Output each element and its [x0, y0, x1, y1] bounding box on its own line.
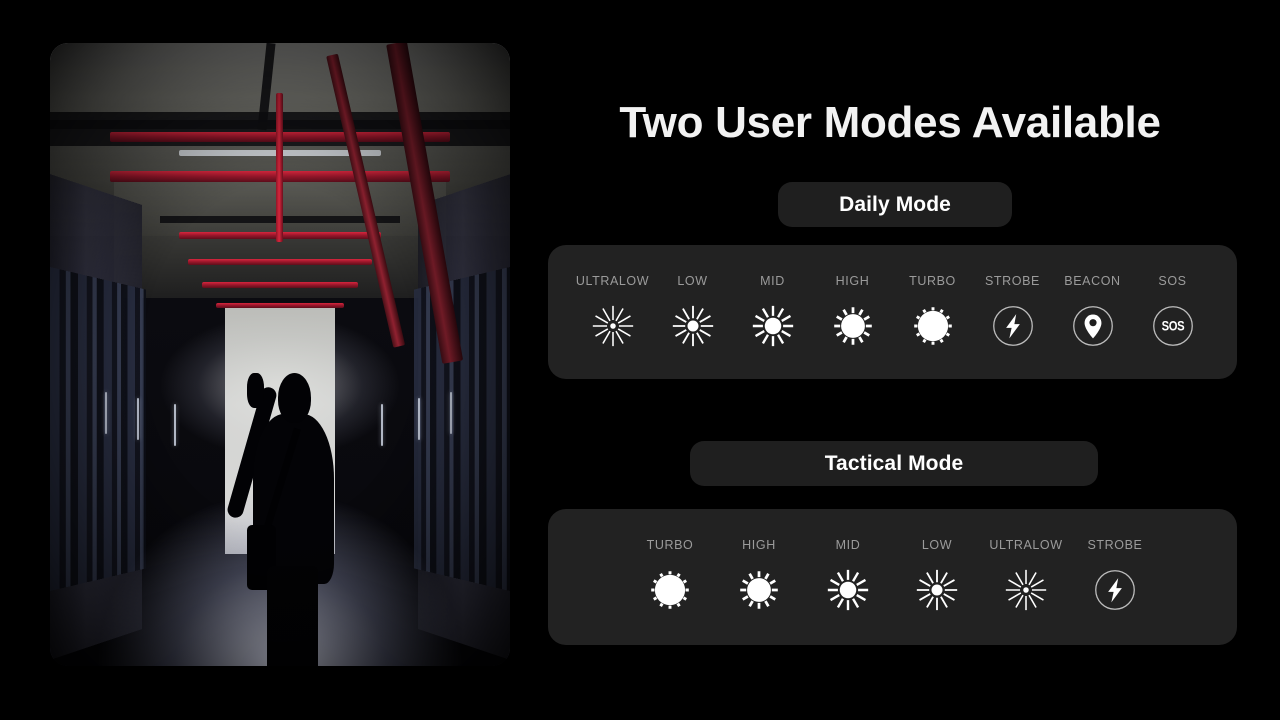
sun-rays-tiny-icon [591, 304, 635, 348]
sprinkler-pipe-6 [215, 303, 345, 309]
flashlight-corridor-photo [50, 43, 510, 666]
lightning-bolt-icon [1093, 568, 1137, 612]
tactical-item-label: STROBE [1087, 538, 1143, 552]
daily-item-label: LOW [677, 274, 708, 288]
tactical-item-mid[interactable]: MID [804, 538, 893, 612]
tactical-item-strobe[interactable]: STROBE [1071, 538, 1160, 612]
daily-item-label: ULTRALOW [575, 274, 650, 288]
sun-rays-medium-icon [826, 568, 870, 612]
daily-item-high[interactable]: HIGH [813, 274, 893, 348]
tactical-mode-button[interactable]: Tactical Mode [690, 441, 1098, 486]
sun-full-icon [648, 568, 692, 612]
svg-text:SOS: SOS [1161, 318, 1184, 333]
sprinkler-pipe-5 [201, 282, 359, 288]
person-silhouette [225, 373, 344, 666]
daily-mode-list: ULTRALOW LOW MID HIGH TURBO STROBE BEACON SOS SO… [548, 245, 1237, 379]
tactical-mode-panel: TURBO HIGH MID LOW ULTRALOW STROBE [548, 509, 1237, 645]
tactical-item-label: TURBO [646, 538, 694, 552]
daily-item-label: SOS [1158, 274, 1187, 288]
daily-item-label: TURBO [909, 274, 956, 288]
page-root: Two User Modes Available Daily Mode ULTR… [0, 0, 1280, 720]
daily-item-mid[interactable]: MID [733, 274, 813, 348]
person-legs [267, 566, 319, 666]
door-handle [105, 391, 108, 434]
tactical-item-label: HIGH [742, 538, 776, 552]
sprinkler-pipe-vertical [276, 92, 284, 243]
daily-mode-button[interactable]: Daily Mode [778, 182, 1012, 227]
tactical-item-high[interactable]: HIGH [715, 538, 804, 612]
sun-burst-large-icon [737, 568, 781, 612]
daily-item-sos[interactable]: SOS SOS [1133, 274, 1213, 348]
lightning-bolt-icon [991, 304, 1035, 348]
photo-canvas [50, 43, 510, 666]
tactical-item-label: ULTRALOW [989, 538, 1063, 552]
page-title: Two User Modes Available [619, 98, 1161, 147]
sun-rays-small-icon [915, 568, 959, 612]
tactical-item-turbo[interactable]: TURBO [626, 538, 715, 612]
sun-rays-small-icon [671, 304, 715, 348]
sun-full-icon [911, 304, 955, 348]
tactical-item-label: MID [835, 538, 861, 552]
daily-mode-panel: ULTRALOW LOW MID HIGH TURBO STROBE BEACON SOS SO… [548, 245, 1237, 379]
daily-item-label: MID [760, 274, 785, 288]
tactical-item-label: LOW [921, 538, 953, 552]
person-fist-flashlight [247, 373, 265, 409]
door-handle [174, 404, 177, 447]
content-column: Two User Modes Available Daily Mode ULTR… [540, 0, 1252, 720]
sun-burst-large-icon [831, 304, 875, 348]
daily-mode-button-label: Daily Mode [839, 192, 951, 216]
tactical-item-ultralow[interactable]: ULTRALOW [982, 538, 1071, 612]
door-handle [381, 404, 384, 447]
door-handle [450, 391, 453, 434]
daily-item-label: HIGH [835, 274, 870, 288]
sprinkler-pipe-4 [188, 258, 372, 265]
person-head [277, 373, 311, 423]
daily-item-turbo[interactable]: TURBO [893, 274, 973, 348]
daily-item-ultralow[interactable]: ULTRALOW [573, 274, 653, 348]
sos-circle-icon: SOS [1151, 304, 1195, 348]
door-handle [418, 398, 420, 441]
daily-item-label: BEACON [1064, 274, 1121, 288]
sun-rays-medium-icon [751, 304, 795, 348]
daily-item-beacon[interactable]: BEACON [1053, 274, 1133, 348]
map-pin-icon [1071, 304, 1115, 348]
daily-item-label: STROBE [985, 274, 1040, 288]
tactical-item-low[interactable]: LOW [893, 538, 982, 612]
daily-item-strobe[interactable]: STROBE [973, 274, 1053, 348]
sun-rays-tiny-icon [1004, 568, 1048, 612]
tactical-mode-list: TURBO HIGH MID LOW ULTRALOW STROBE [548, 509, 1237, 645]
tactical-mode-button-label: Tactical Mode [824, 451, 964, 475]
daily-item-low[interactable]: LOW [653, 274, 733, 348]
